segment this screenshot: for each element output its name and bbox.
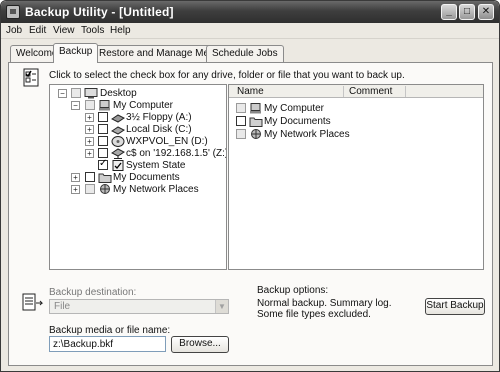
checkbox[interactable] (236, 116, 246, 126)
app-icon (6, 5, 20, 19)
list-item-my-documents[interactable]: My Documents (229, 116, 483, 128)
backup-media-input[interactable]: z:\Backup.bkf (49, 336, 166, 352)
tree-item-my-network-places[interactable]: + My Network Places (50, 184, 226, 196)
backup-media-label: Backup media or file name: (49, 325, 171, 336)
column-header-comment[interactable]: Comment (349, 86, 392, 97)
backup-destination-select[interactable]: File ▼ (49, 299, 229, 314)
menu-help[interactable]: Help (110, 25, 131, 36)
tree-item-system-state[interactable]: System State (50, 158, 226, 172)
backup-destination-label: Backup destination: (49, 287, 137, 298)
list-item-my-computer[interactable]: My Computer (229, 103, 483, 115)
folder-tree[interactable]: − Desktop − My Computer + 3½ Floppy (A:) (49, 84, 227, 270)
checkbox[interactable] (98, 124, 108, 134)
tree-item-local-disk[interactable]: + Local Disk (C:) (50, 124, 226, 136)
checkbox[interactable] (236, 129, 246, 139)
checkbox[interactable] (85, 184, 95, 194)
cd-icon (111, 136, 125, 147)
tree-item-my-documents[interactable]: + My Documents (50, 172, 226, 184)
network-icon (100, 184, 110, 194)
backup-utility-window: Backup Utility - [Untitled] _ □ ✕ Job Ed… (0, 0, 500, 372)
tree-item-floppy[interactable]: + 3½ Floppy (A:) (50, 112, 226, 124)
menu-tools[interactable]: Tools (81, 25, 104, 36)
expand-icon[interactable]: + (71, 173, 80, 182)
folder-icon (98, 173, 112, 183)
column-divider[interactable] (343, 86, 344, 97)
browse-button[interactable]: Browse... (171, 336, 229, 353)
disk-icon (111, 126, 125, 135)
close-button[interactable]: ✕ (478, 4, 494, 20)
tree-item-cd-drive[interactable]: + WXPVOL_EN (D:) (50, 136, 226, 148)
start-backup-button[interactable]: Start Backup (425, 298, 485, 315)
checkbox[interactable] (85, 100, 95, 110)
expand-icon[interactable]: + (85, 149, 94, 158)
checkbox[interactable] (98, 148, 108, 158)
network-icon (251, 129, 261, 139)
backup-destination-value: File (54, 301, 71, 312)
menu-bar: Job Edit View Tools Help (1, 23, 499, 39)
checkbox[interactable] (85, 172, 95, 182)
column-header-name[interactable]: Name (237, 86, 264, 97)
menu-view[interactable]: View (53, 25, 75, 36)
instruction-text: Click to select the check box for any dr… (49, 70, 405, 81)
backup-destination-icon (22, 293, 44, 311)
desktop-icon (84, 88, 98, 99)
backup-options-line: Some file types excluded. (257, 309, 371, 320)
backup-tab-panel: Click to select the check box for any dr… (8, 62, 493, 366)
menu-job[interactable]: Job (6, 25, 22, 36)
chevron-down-icon[interactable]: ▼ (215, 300, 228, 313)
title-bar[interactable]: Backup Utility - [Untitled] _ □ ✕ (1, 1, 499, 23)
tree-item-desktop[interactable]: − Desktop (50, 88, 226, 100)
backup-options-title: Backup options: (257, 285, 329, 296)
tab-schedule-jobs[interactable]: Schedule Jobs (206, 45, 284, 62)
checkbox[interactable] (98, 112, 108, 122)
checklist-icon (23, 68, 39, 87)
file-list[interactable]: Name Comment My Computer My Documents My… (228, 84, 484, 270)
expand-icon[interactable]: + (85, 113, 94, 122)
backup-options-line: Normal backup. Summary log. (257, 298, 392, 309)
tree-item-my-computer[interactable]: − My Computer (50, 100, 226, 112)
floppy-icon (111, 114, 125, 123)
folder-icon (249, 117, 263, 127)
computer-icon (250, 103, 261, 114)
maximize-button[interactable]: □ (459, 4, 475, 20)
expand-icon[interactable]: + (85, 137, 94, 146)
checkbox[interactable] (98, 136, 108, 146)
expand-icon[interactable]: + (71, 185, 80, 194)
tree-item-network-drive[interactable]: + c$ on '192.168.1.5' (Z:) (50, 148, 226, 160)
window-title: Backup Utility - [Untitled] (25, 5, 174, 19)
checkbox[interactable] (236, 103, 246, 113)
collapse-icon[interactable]: − (71, 101, 80, 110)
list-header: Name Comment (229, 85, 483, 98)
column-divider[interactable] (405, 86, 406, 97)
tab-backup[interactable]: Backup (53, 43, 99, 63)
minimize-button[interactable]: _ (441, 4, 457, 20)
computer-icon (99, 100, 110, 111)
system-state-icon (112, 160, 124, 171)
expand-icon[interactable]: + (85, 125, 94, 134)
menu-edit[interactable]: Edit (29, 25, 46, 36)
checkbox-checked[interactable] (98, 158, 108, 170)
collapse-icon[interactable]: − (58, 89, 67, 98)
network-drive-icon (111, 148, 125, 159)
checkbox[interactable] (71, 88, 81, 98)
list-item-my-network-places[interactable]: My Network Places (229, 129, 483, 141)
